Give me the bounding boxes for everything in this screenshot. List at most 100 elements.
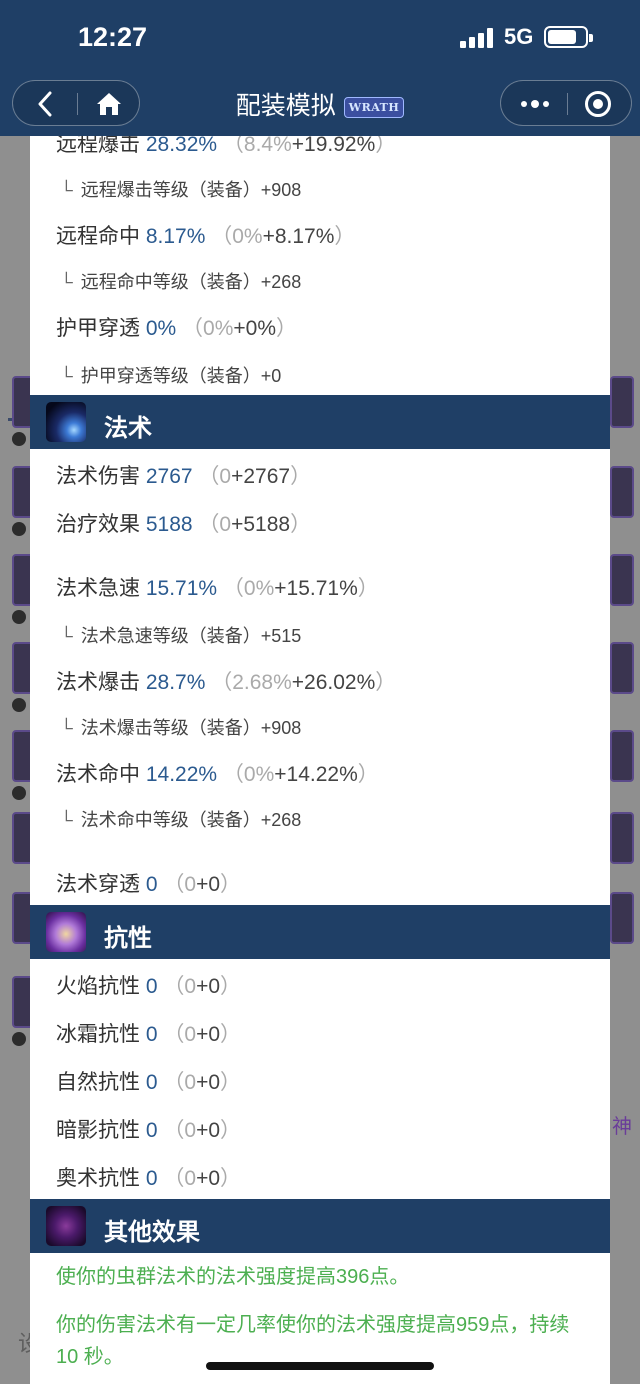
stat-bonus: +8.17% (262, 225, 335, 248)
section-title: 其他效果 (104, 1219, 200, 1246)
stat-breakdown: （0%+0%） (182, 317, 298, 340)
stat-breakdown: （2.68%+26.02%） (211, 671, 397, 694)
target-dot-icon (593, 99, 603, 109)
stat-base: 0 (184, 1119, 197, 1142)
stat-bonus: +0 (196, 1071, 221, 1094)
stat-base: 0 (184, 1167, 197, 1190)
stat-value: 0 (145, 1167, 158, 1190)
stat-name: 自然抗性 (56, 1071, 140, 1094)
stat-base: 0 (219, 513, 232, 536)
more-options-button[interactable] (515, 89, 555, 119)
stat-value: 28.32% (145, 136, 218, 156)
stat-breakdown: （8.4%+19.92%） (223, 136, 396, 156)
sub-text: 法术命中等级（装备）+268 (80, 810, 302, 830)
stat-bonus: +0% (233, 317, 277, 340)
stat-name: 冰霜抗性 (56, 1023, 140, 1046)
stat-base: 8.4% (243, 136, 292, 156)
sub-text: 法术急速等级（装备）+515 (80, 626, 302, 646)
section-header-resist: 抗性 (30, 905, 610, 959)
stat-row-spell-crit: 法术爆击 28.7% （2.68%+26.02%） (56, 666, 396, 696)
stat-breakdown: （0+0） (163, 1071, 242, 1094)
stat-breakdown: （0+2767） (198, 465, 312, 488)
home-indicator[interactable] (206, 1362, 434, 1370)
stat-name: 火焰抗性 (56, 975, 140, 998)
stat-sub-ranged-crit-rating: └ 远程爆击等级（装备）+908 (60, 176, 301, 202)
stat-name: 远程爆击 (56, 136, 140, 156)
battery-icon (544, 26, 593, 48)
stat-sub-spell-crit-rating: └ 法术爆击等级（装备）+908 (60, 714, 301, 740)
close-miniprogram-button[interactable] (585, 91, 611, 117)
stat-name: 法术穿透 (56, 873, 140, 896)
stat-row-spell-pen: 法术穿透 0 （0+0） (56, 868, 241, 898)
gem-socket-icon (12, 610, 26, 624)
nav-capsule-right (500, 80, 632, 126)
background-right-hint: 神 (612, 1116, 632, 1138)
stat-bonus: +19.92% (291, 136, 376, 156)
stat-name: 法术爆击 (56, 671, 140, 694)
stat-base: 0 (184, 1071, 197, 1094)
section-title: 抗性 (104, 925, 152, 952)
stat-value: 0 (145, 975, 158, 998)
stat-value: 2767 (145, 465, 193, 488)
stat-value: 0 (145, 1023, 158, 1046)
stat-breakdown: （0+0） (163, 1023, 242, 1046)
stat-value: 15.71% (145, 577, 218, 600)
stat-bonus: +0 (196, 873, 221, 896)
stat-row-nature-resist: 自然抗性 0 （0+0） (56, 1066, 241, 1096)
stat-breakdown: （0%+8.17%） (211, 225, 356, 248)
equipment-slot-icon (610, 376, 634, 428)
more-dot-icon (521, 101, 527, 107)
stat-name: 法术急速 (56, 577, 140, 600)
stat-base: 0 (184, 975, 197, 998)
stat-sub-spell-hit-rating: └ 法术命中等级（装备）+268 (60, 806, 301, 832)
stat-row-ranged-crit: 远程爆击 28.32% （8.4%+19.92%） (56, 136, 396, 158)
stat-row-spell-hit: 法术命中 14.22% （0%+14.22%） (56, 758, 379, 788)
stat-breakdown: （0+0） (163, 975, 242, 998)
status-time: 12:27 (78, 22, 148, 52)
gem-socket-icon (12, 432, 26, 446)
stat-row-shadow-resist: 暗影抗性 0 （0+0） (56, 1114, 241, 1144)
stat-row-spell-haste: 法术急速 15.71% （0%+15.71%） (56, 572, 379, 602)
sub-corner-glyph: └ (60, 180, 73, 200)
stat-value: 28.7% (145, 671, 206, 694)
stat-row-spell-damage: 法术伤害 2767 （0+2767） (56, 460, 311, 490)
stat-breakdown: （0%+15.71%） (222, 577, 379, 600)
section-header-spell: 法术 (30, 395, 610, 449)
stat-value: 14.22% (145, 763, 218, 786)
wrath-logo: WRATH (343, 96, 405, 118)
stat-bonus: +0 (196, 975, 221, 998)
stat-sub-armor-pen-rating: └ 护甲穿透等级（装备）+0 (60, 362, 281, 388)
stat-name: 护甲穿透 (56, 317, 140, 340)
stat-bonus: +26.02% (291, 671, 376, 694)
stats-panel[interactable]: 远程爆击 28.32% （8.4%+19.92%） └ 远程爆击等级（装备）+90… (30, 136, 610, 1384)
section-title: 法术 (104, 415, 152, 442)
stat-value: 0 (145, 873, 158, 896)
stat-bonus: +2767 (231, 465, 291, 488)
stat-base: 0% (243, 577, 275, 600)
stat-row-armor-pen: 护甲穿透 0% （0%+0%） (56, 312, 297, 342)
stat-base: 2.68% (232, 671, 292, 694)
resistance-emblem-icon (46, 912, 86, 952)
gem-socket-icon (12, 1032, 26, 1046)
stat-breakdown: （0+0） (163, 873, 242, 896)
effect-line: 使你的虫群法术的法术强度提高396点。 (56, 1266, 410, 1288)
sub-text: 远程爆击等级（装备）+908 (80, 180, 302, 200)
sub-corner-glyph: └ (60, 272, 73, 292)
capsule-divider (567, 93, 568, 115)
sub-corner-glyph: └ (60, 810, 73, 830)
stat-row-fire-resist: 火焰抗性 0 （0+0） (56, 970, 241, 1000)
stat-row-ranged-hit: 远程命中 8.17% （0%+8.17%） (56, 220, 355, 250)
equipment-slot-icon (610, 554, 634, 606)
stat-name: 奥术抗性 (56, 1167, 140, 1190)
sub-text: 护甲穿透等级（装备）+0 (80, 366, 282, 386)
stat-sub-ranged-hit-rating: └ 远程命中等级（装备）+268 (60, 268, 301, 294)
stat-name: 暗影抗性 (56, 1119, 140, 1142)
signal-icon (460, 28, 494, 48)
stat-bonus: +0 (196, 1167, 221, 1190)
sub-corner-glyph: └ (60, 366, 73, 386)
equipment-slot-icon (610, 642, 634, 694)
stat-value: 0% (145, 317, 177, 340)
stat-name: 法术伤害 (56, 465, 140, 488)
sub-text: 远程命中等级（装备）+268 (80, 272, 302, 292)
network-type: 5G (504, 24, 534, 49)
